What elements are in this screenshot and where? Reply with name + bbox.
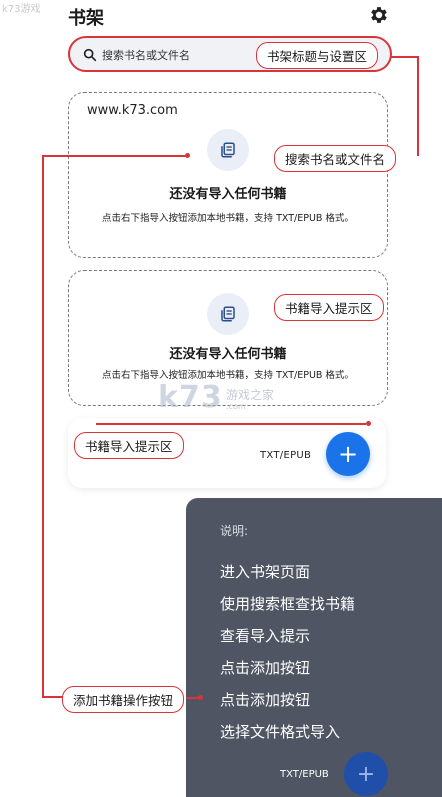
site-watermark-text: 游戏之家	[226, 388, 275, 402]
annotation-header-area: 书架标题与设置区	[256, 42, 379, 69]
annotation-search: 搜索书名或文件名	[274, 145, 397, 172]
site-watermark-logo: k73	[158, 380, 223, 415]
step-list: 进入书架页面 使用搜索框查找书籍 查看导入提示 点击添加按钮 点击添加按钮 选择…	[220, 556, 355, 748]
step-item: 查看导入提示	[220, 627, 311, 645]
card-url: www.k73.com	[87, 103, 178, 118]
format-label: TXT/EPUB	[280, 769, 329, 780]
annotation-connector	[42, 155, 186, 157]
empty-title: 还没有导入任何书籍	[169, 187, 287, 202]
page-title: 书架	[68, 8, 104, 29]
plus-icon: +	[356, 761, 376, 787]
search-icon	[83, 48, 97, 62]
step-item: 点击添加按钮	[220, 659, 311, 677]
plus-icon: +	[337, 440, 359, 468]
format-label: TXT/EPUB	[260, 450, 312, 461]
explanation-panel: 说明: 进入书架页面 使用搜索框查找书籍 查看导入提示 点击添加按钮 点击添加按…	[186, 498, 442, 797]
step-item: 使用搜索框查找书籍	[220, 595, 356, 613]
book-icon-badge	[207, 293, 249, 335]
empty-description: 点击右下指导入按钮添加本地书籍，支持 TXT/EPUB 格式。	[102, 213, 354, 224]
empty-title: 还没有导入任何书籍	[169, 347, 287, 362]
book-icon-badge	[207, 129, 249, 171]
panel-heading: 说明:	[220, 524, 249, 538]
empty-bookshelf-card: www.k73.com 还没有导入任何书籍 点击右下指导入按钮添加本地书籍，支持…	[68, 92, 388, 258]
gear-icon	[371, 7, 387, 23]
add-book-button[interactable]: +	[326, 432, 370, 476]
annotation-add-button: 添加书籍操作按钮	[62, 686, 185, 713]
add-book-button[interactable]: +	[344, 752, 388, 796]
annotation-dot	[366, 421, 371, 426]
corner-watermark: k73游戏	[2, 4, 41, 15]
book-icon	[221, 306, 235, 322]
search-input[interactable]: 搜索书名或文件名	[102, 47, 190, 63]
step-item: 进入书架页面	[220, 563, 311, 581]
annotation-import-hint: 书籍导入提示区	[74, 432, 184, 459]
annotation-connector	[42, 155, 44, 697]
book-icon	[221, 142, 235, 158]
annotation-connector	[417, 56, 419, 156]
empty-description: 点击右下指导入按钮添加本地书籍，支持 TXT/EPUB 格式。	[102, 370, 354, 381]
annotation-import-hint: 书籍导入提示区	[274, 294, 384, 321]
annotation-connector	[390, 56, 418, 58]
step-item: 点击添加按钮	[220, 691, 311, 709]
site-watermark-domain: .com	[226, 402, 246, 411]
settings-button[interactable]	[368, 4, 390, 26]
annotation-connector	[96, 423, 366, 425]
step-item: 选择文件格式导入	[220, 723, 341, 741]
annotation-dot	[198, 695, 203, 700]
